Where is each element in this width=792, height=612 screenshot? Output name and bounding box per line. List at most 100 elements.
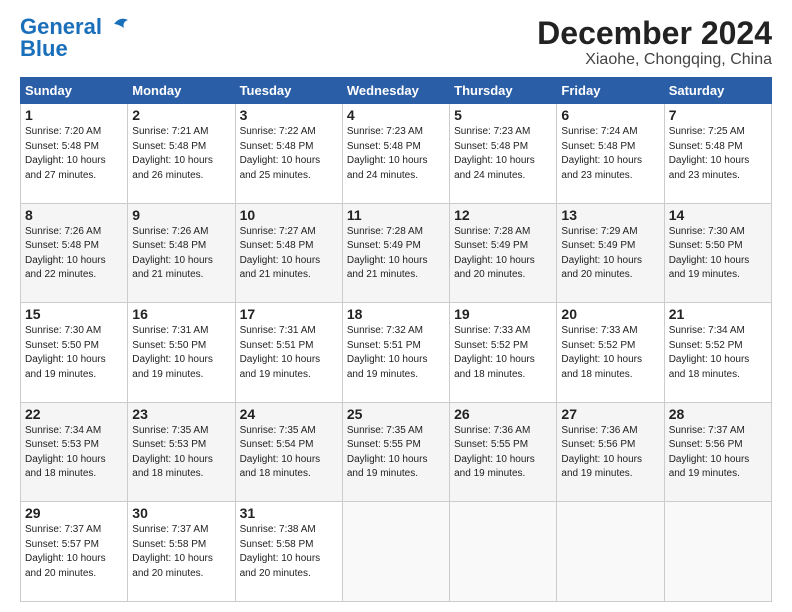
day-number: 17 xyxy=(240,306,338,322)
page: General Blue December 2024 Xiaohe, Chong… xyxy=(0,0,792,612)
table-row: 19 Sunrise: 7:33 AMSunset: 5:52 PMDayligh… xyxy=(450,303,557,403)
day-number: 16 xyxy=(132,306,230,322)
day-number: 8 xyxy=(25,207,123,223)
day-number: 20 xyxy=(561,306,659,322)
cell-content: Sunrise: 7:25 AMSunset: 5:48 PMDaylight:… xyxy=(669,125,767,183)
day-number: 5 xyxy=(454,107,552,123)
day-number: 11 xyxy=(347,207,445,223)
day-number: 18 xyxy=(347,306,445,322)
day-number: 19 xyxy=(454,306,552,322)
day-number: 1 xyxy=(25,107,123,123)
day-number: 31 xyxy=(240,505,338,521)
cell-content: Sunrise: 7:38 AMSunset: 5:58 PMDaylight:… xyxy=(240,523,338,581)
day-number: 4 xyxy=(347,107,445,123)
day-number: 3 xyxy=(240,107,338,123)
table-row: 12 Sunrise: 7:28 AMSunset: 5:49 PMDayligh… xyxy=(450,203,557,303)
table-row: 28Sunrise: 7:37 AMSunset: 5:56 PMDayligh… xyxy=(664,402,771,502)
table-row: 6 Sunrise: 7:24 AMSunset: 5:48 PMDaylight… xyxy=(557,104,664,204)
table-row: 29Sunrise: 7:37 AMSunset: 5:57 PMDayligh… xyxy=(21,502,128,602)
col-thursday: Thursday xyxy=(450,78,557,104)
cell-content: Sunrise: 7:27 AMSunset: 5:48 PMDaylight:… xyxy=(240,225,338,283)
day-number: 12 xyxy=(454,207,552,223)
day-number: 13 xyxy=(561,207,659,223)
cell-content: Sunrise: 7:26 AMSunset: 5:48 PMDaylight:… xyxy=(132,225,230,283)
title-block: December 2024 Xiaohe, Chongqing, China xyxy=(537,16,772,69)
table-row: 20 Sunrise: 7:33 AMSunset: 5:52 PMDayligh… xyxy=(557,303,664,403)
table-row xyxy=(450,502,557,602)
table-row: 27 Sunrise: 7:36 AMSunset: 5:56 PMDayligh… xyxy=(557,402,664,502)
day-number: 26 xyxy=(454,406,552,422)
cell-content: Sunrise: 7:28 AMSunset: 5:49 PMDaylight:… xyxy=(347,225,445,283)
table-row: 2Sunrise: 7:21 AMSunset: 5:48 PMDaylight… xyxy=(128,104,235,204)
table-row: 17 Sunrise: 7:31 AMSunset: 5:51 PMDayligh… xyxy=(235,303,342,403)
col-friday: Friday xyxy=(557,78,664,104)
cell-content: Sunrise: 7:29 AMSunset: 5:49 PMDaylight:… xyxy=(561,225,659,283)
cell-content: Sunrise: 7:35 AMSunset: 5:54 PMDaylight:… xyxy=(240,424,338,482)
col-tuesday: Tuesday xyxy=(235,78,342,104)
cell-content: Sunrise: 7:36 AMSunset: 5:56 PMDaylight:… xyxy=(561,424,659,482)
calendar-week-row: 15 Sunrise: 7:30 AMSunset: 5:50 PMDayligh… xyxy=(21,303,772,403)
day-number: 29 xyxy=(25,505,123,521)
cell-content: Sunrise: 7:31 AMSunset: 5:51 PMDaylight:… xyxy=(240,324,338,382)
header: General Blue December 2024 Xiaohe, Chong… xyxy=(20,16,772,69)
table-row: 15 Sunrise: 7:30 AMSunset: 5:50 PMDayligh… xyxy=(21,303,128,403)
calendar-table: Sunday Monday Tuesday Wednesday Thursday… xyxy=(20,77,772,602)
cell-content: Sunrise: 7:33 AMSunset: 5:52 PMDaylight:… xyxy=(561,324,659,382)
cell-content: Sunrise: 7:24 AMSunset: 5:48 PMDaylight:… xyxy=(561,125,659,183)
col-sunday: Sunday xyxy=(21,78,128,104)
cell-content: Sunrise: 7:31 AMSunset: 5:50 PMDaylight:… xyxy=(132,324,230,382)
table-row: 18 Sunrise: 7:32 AMSunset: 5:51 PMDayligh… xyxy=(342,303,449,403)
table-row: 25Sunrise: 7:35 AMSunset: 5:55 PMDayligh… xyxy=(342,402,449,502)
cell-content: Sunrise: 7:30 AMSunset: 5:50 PMDaylight:… xyxy=(25,324,123,382)
day-number: 25 xyxy=(347,406,445,422)
table-row: 31 Sunrise: 7:38 AMSunset: 5:58 PMDayligh… xyxy=(235,502,342,602)
day-number: 27 xyxy=(561,406,659,422)
table-row: 10Sunrise: 7:27 AMSunset: 5:48 PMDayligh… xyxy=(235,203,342,303)
table-row: 22Sunrise: 7:34 AMSunset: 5:53 PMDayligh… xyxy=(21,402,128,502)
col-monday: Monday xyxy=(128,78,235,104)
table-row xyxy=(342,502,449,602)
table-row: 21Sunrise: 7:34 AMSunset: 5:52 PMDayligh… xyxy=(664,303,771,403)
day-number: 15 xyxy=(25,306,123,322)
day-number: 22 xyxy=(25,406,123,422)
table-row: 16 Sunrise: 7:31 AMSunset: 5:50 PMDayligh… xyxy=(128,303,235,403)
table-row xyxy=(664,502,771,602)
cell-content: Sunrise: 7:35 AMSunset: 5:53 PMDaylight:… xyxy=(132,424,230,482)
cell-content: Sunrise: 7:36 AMSunset: 5:55 PMDaylight:… xyxy=(454,424,552,482)
table-row: 4 Sunrise: 7:23 AMSunset: 5:48 PMDaylight… xyxy=(342,104,449,204)
calendar-week-row: 1 Sunrise: 7:20 AMSunset: 5:48 PMDaylight… xyxy=(21,104,772,204)
calendar-week-row: 22Sunrise: 7:34 AMSunset: 5:53 PMDayligh… xyxy=(21,402,772,502)
day-number: 2 xyxy=(132,107,230,123)
table-row: 8 Sunrise: 7:26 AMSunset: 5:48 PMDaylight… xyxy=(21,203,128,303)
cell-content: Sunrise: 7:37 AMSunset: 5:56 PMDaylight:… xyxy=(669,424,767,482)
table-row: 11 Sunrise: 7:28 AMSunset: 5:49 PMDayligh… xyxy=(342,203,449,303)
day-number: 9 xyxy=(132,207,230,223)
calendar-week-row: 29Sunrise: 7:37 AMSunset: 5:57 PMDayligh… xyxy=(21,502,772,602)
table-row: 13 Sunrise: 7:29 AMSunset: 5:49 PMDayligh… xyxy=(557,203,664,303)
cell-content: Sunrise: 7:33 AMSunset: 5:52 PMDaylight:… xyxy=(454,324,552,382)
table-row: 3Sunrise: 7:22 AMSunset: 5:48 PMDaylight… xyxy=(235,104,342,204)
table-row: 1 Sunrise: 7:20 AMSunset: 5:48 PMDaylight… xyxy=(21,104,128,204)
day-number: 6 xyxy=(561,107,659,123)
cell-content: Sunrise: 7:32 AMSunset: 5:51 PMDaylight:… xyxy=(347,324,445,382)
cell-content: Sunrise: 7:37 AMSunset: 5:58 PMDaylight:… xyxy=(132,523,230,581)
table-row: 23 Sunrise: 7:35 AMSunset: 5:53 PMDayligh… xyxy=(128,402,235,502)
cell-content: Sunrise: 7:23 AMSunset: 5:48 PMDaylight:… xyxy=(347,125,445,183)
table-row: 24 Sunrise: 7:35 AMSunset: 5:54 PMDayligh… xyxy=(235,402,342,502)
day-number: 23 xyxy=(132,406,230,422)
cell-content: Sunrise: 7:30 AMSunset: 5:50 PMDaylight:… xyxy=(669,225,767,283)
day-number: 14 xyxy=(669,207,767,223)
col-saturday: Saturday xyxy=(664,78,771,104)
day-number: 7 xyxy=(669,107,767,123)
cell-content: Sunrise: 7:20 AMSunset: 5:48 PMDaylight:… xyxy=(25,125,123,183)
page-subtitle: Xiaohe, Chongqing, China xyxy=(537,51,772,69)
cell-content: Sunrise: 7:23 AMSunset: 5:48 PMDaylight:… xyxy=(454,125,552,183)
day-number: 21 xyxy=(669,306,767,322)
logo: General Blue xyxy=(20,16,134,60)
cell-content: Sunrise: 7:26 AMSunset: 5:48 PMDaylight:… xyxy=(25,225,123,283)
table-row xyxy=(557,502,664,602)
table-row: 5 Sunrise: 7:23 AMSunset: 5:48 PMDaylight… xyxy=(450,104,557,204)
day-number: 24 xyxy=(240,406,338,422)
cell-content: Sunrise: 7:28 AMSunset: 5:49 PMDaylight:… xyxy=(454,225,552,283)
calendar-week-row: 8 Sunrise: 7:26 AMSunset: 5:48 PMDaylight… xyxy=(21,203,772,303)
